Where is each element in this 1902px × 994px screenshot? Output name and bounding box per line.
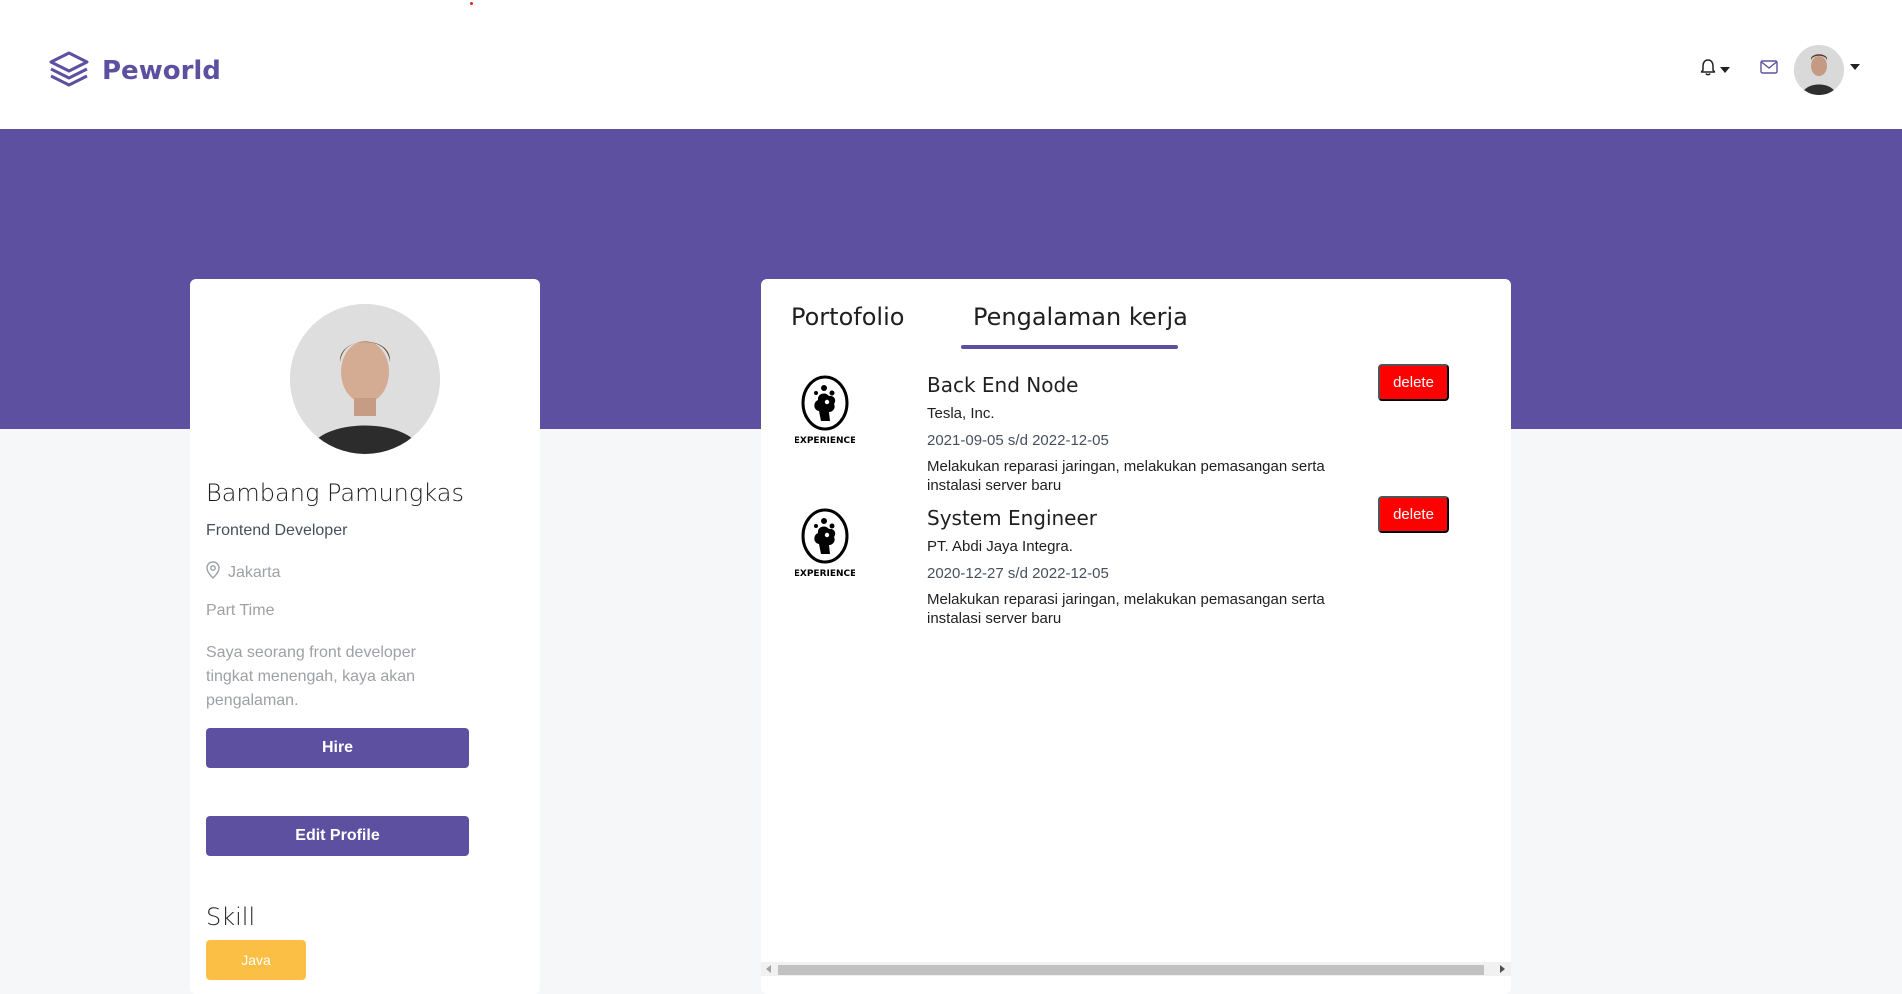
horizontal-scrollbar[interactable] [761,962,1511,976]
scrollbar-thumb[interactable] [778,965,1484,975]
experience-logo-text: EXPERIENCE [795,436,855,446]
profile-description: Saya seorang front developer tingkat men… [206,644,416,709]
profile-location: Jakarta [206,561,280,584]
indicator-dot [470,2,473,5]
profile-location-text: Jakarta [228,563,281,581]
active-tab-indicator [961,345,1178,349]
experience-description: Melakukan reparasi jaringan, melakukan p… [927,591,1325,627]
skill-section-title: Skill [206,903,256,931]
avatar-menu-chevron-icon[interactable] [1850,64,1860,70]
location-pin-icon [206,561,220,584]
tab-portofolio[interactable]: Portofolio [791,303,904,331]
bell-icon [1700,58,1716,81]
profile-role: Frontend Developer [206,522,348,539]
hire-button[interactable]: Hire [206,728,469,768]
experience-position: Back End Node [927,373,1079,397]
chevron-down-icon [1720,66,1730,73]
experience-logo: EXPERIENCE [794,375,856,447]
experience-company: PT. Abdi Jaya Integra. [927,538,1073,555]
experience-company: Tesla, Inc. [927,405,995,422]
avatar[interactable] [1794,45,1844,95]
scroll-right-arrow-icon[interactable] [1500,965,1505,973]
experience-item: EXPERIENCE Back End Node Tesla, Inc. 202… [761,363,1511,494]
notification-dropdown[interactable] [1700,58,1730,81]
delete-experience-button[interactable]: delete [1378,364,1449,401]
experience-item: EXPERIENCE System Engineer PT. Abdi Jaya… [761,496,1511,627]
experience-position: System Engineer [927,506,1098,530]
experience-card: Portofolio Pengalaman kerja EXPERIENCE B… [761,279,1511,994]
brand-name: Peworld [102,56,221,86]
mail-button[interactable] [1760,60,1778,79]
skill-chip: Java [206,940,306,980]
experience-logo-text: EXPERIENCE [795,569,855,579]
profile-card: Bambang Pamungkas Frontend Developer Jak… [190,279,540,994]
brand-logo[interactable]: Peworld [48,50,221,92]
profile-avatar [290,304,440,454]
tab-pengalaman-kerja[interactable]: Pengalaman kerja [973,303,1188,331]
layers-logo-icon [48,50,90,93]
experience-description: Melakukan reparasi jaringan, melakukan p… [927,458,1325,494]
mail-icon [1760,60,1778,78]
top-navbar: Peworld [0,0,1902,129]
delete-experience-button[interactable]: delete [1378,496,1449,533]
experience-date: 2020-12-27 s/d 2022-12-05 [927,565,1109,582]
profile-job-type: Part Time [206,602,275,619]
profile-name: Bambang Pamungkas [206,479,464,507]
edit-profile-button[interactable]: Edit Profile [206,816,469,856]
scroll-left-arrow-icon[interactable] [766,965,771,973]
experience-logo: EXPERIENCE [794,508,856,580]
experience-date: 2021-09-05 s/d 2022-12-05 [927,432,1109,449]
